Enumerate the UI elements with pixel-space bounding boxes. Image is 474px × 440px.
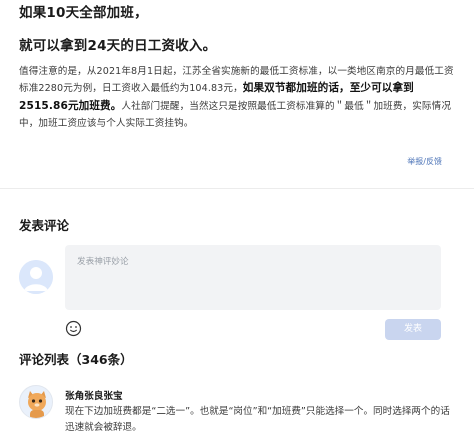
submit-comment-button[interactable]: 发表 <box>385 319 441 340</box>
default-avatar-icon <box>19 260 53 294</box>
comment-input[interactable]: 发表神评妙论 <box>65 245 441 310</box>
emoji-smile-icon <box>65 320 82 337</box>
comment-text: 现在下边加班费都是“二选一”。也就是“岗位”和“加班费”只能选择一个。同时选择两… <box>65 406 450 433</box>
emoji-button[interactable] <box>65 320 82 337</box>
comment-input-placeholder: 发表神评妙论 <box>77 257 129 267</box>
cat-avatar-icon <box>20 386 52 418</box>
section-divider <box>0 188 474 189</box>
report-feedback-link[interactable]: 举报/反馈 <box>407 156 442 167</box>
commenter-avatar[interactable] <box>19 385 53 419</box>
article-headline-2: 就可以拿到24天的日工资收入。 <box>19 38 217 54</box>
comment-list-title: 评论列表（346条） <box>19 352 133 367</box>
post-comment-title: 发表评论 <box>19 218 70 233</box>
article-headline-1: 如果10天全部加班， <box>19 5 148 21</box>
current-user-avatar <box>19 260 53 294</box>
article-paragraph: 值得注意的是，从2021年8月1日起，江苏全省实施新的最低工资标准，以一类地区南… <box>19 63 461 133</box>
commenter-name[interactable]: 张角张良张宝 <box>65 388 123 402</box>
